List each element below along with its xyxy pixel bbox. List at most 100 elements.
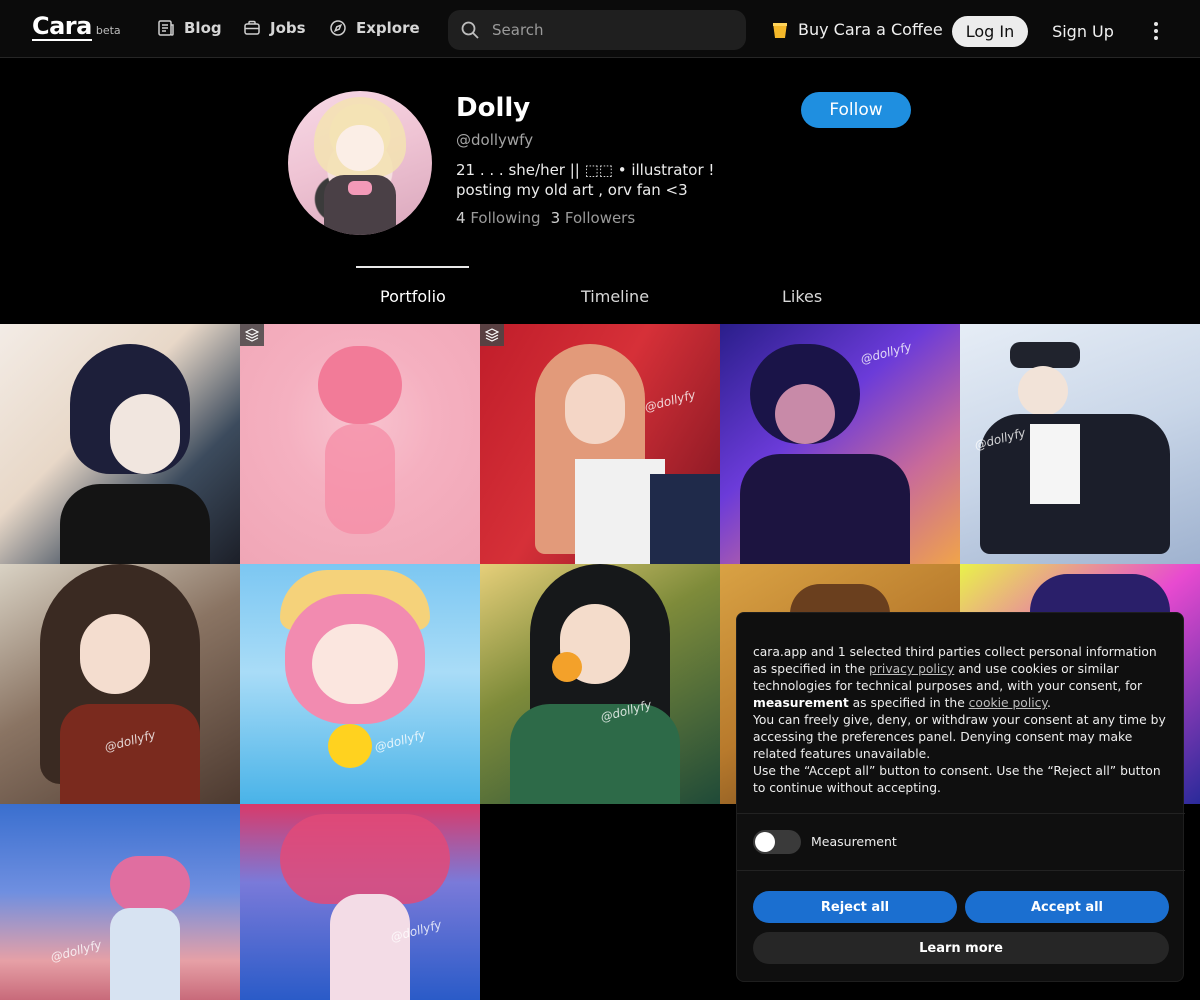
profile-bio-line: 21 . . . she/her || ⬚⬚ • illustrator !: [456, 161, 715, 179]
portfolio-artwork[interactable]: @dollyfy: [0, 564, 240, 804]
artwork-face: [565, 374, 625, 444]
following-label: Following: [470, 209, 541, 227]
profile-stats: 4 Following 3 Followers: [456, 209, 635, 227]
artwork-shirt: [1030, 424, 1080, 504]
measurement-label: Measurement: [811, 834, 897, 849]
login-button[interactable]: Log In: [952, 16, 1028, 47]
artwork-duck: [328, 724, 372, 768]
layers-icon: [245, 328, 259, 342]
profile-name: Dolly: [456, 93, 531, 123]
artwork-body: [330, 894, 410, 1000]
artwork-hair: [110, 856, 190, 912]
avatar-bow: [348, 181, 372, 195]
artist-signature: @dollyfy: [643, 387, 697, 415]
artwork-body: [740, 454, 910, 564]
artwork-orange: [552, 652, 582, 682]
following-stat[interactable]: 4 Following: [456, 209, 541, 227]
portfolio-artwork[interactable]: @dollyfy: [960, 324, 1200, 564]
artwork-face: [1018, 366, 1068, 416]
portfolio-artwork[interactable]: @dollyfy: [480, 564, 720, 804]
artwork-coat: [60, 704, 200, 804]
followers-stat[interactable]: 3 Followers: [551, 209, 636, 227]
artwork-body: [325, 424, 395, 534]
logo-wordmark: Cara: [32, 12, 92, 41]
nav-link-blog[interactable]: Blog: [157, 19, 222, 37]
follow-button[interactable]: Follow: [801, 92, 911, 128]
divider: [737, 870, 1185, 871]
artwork-face: [312, 624, 398, 704]
briefcase-icon: [244, 20, 260, 35]
profile-bio-line: posting my old art , orv fan <3: [456, 181, 688, 199]
consent-text-bold: measurement: [753, 696, 849, 710]
artist-signature: @dollyfy: [373, 727, 427, 755]
portfolio-artwork[interactable]: [240, 324, 480, 564]
artwork-hat: [1010, 342, 1080, 368]
beta-badge: beta: [95, 24, 121, 37]
reject-all-button[interactable]: Reject all: [753, 891, 957, 923]
dot: [1154, 29, 1158, 33]
consent-paragraph: cara.app and 1 selected third parties co…: [753, 644, 1173, 712]
artist-signature: @dollyfy: [859, 339, 913, 367]
artwork-hair: [280, 814, 450, 904]
dot: [1154, 36, 1158, 40]
more-options-icon[interactable]: [1144, 20, 1168, 42]
portfolio-artwork[interactable]: @dollyfy: [480, 324, 720, 564]
consent-paragraph: You can freely give, deny, or withdraw y…: [753, 713, 1166, 761]
portfolio-artwork[interactable]: @dollyfy: [720, 324, 960, 564]
top-nav: Cara beta Blog Jobs Explore Buy Cara a C…: [0, 0, 1200, 58]
consent-text-part: .: [1046, 696, 1051, 710]
consent-text: cara.app and 1 selected third parties co…: [753, 644, 1173, 797]
signup-button[interactable]: Sign Up: [1046, 16, 1120, 47]
search-input[interactable]: [492, 21, 712, 39]
measurement-toggle[interactable]: [753, 830, 801, 854]
nav-link-label: Explore: [356, 19, 420, 37]
tab-active-indicator: [356, 266, 469, 268]
compass-icon: [330, 20, 346, 36]
nav-link-label: Blog: [184, 19, 222, 37]
artwork-robe: [510, 704, 680, 804]
search-icon: [461, 21, 479, 39]
cara-logo[interactable]: Cara beta: [32, 13, 121, 41]
search-bar[interactable]: [448, 10, 746, 50]
multi-image-badge: [480, 324, 504, 346]
artwork-jacket: [650, 474, 720, 564]
nav-link-label: Jobs: [270, 19, 306, 37]
artwork-face: [775, 384, 835, 444]
divider: [737, 813, 1185, 814]
toggle-knob: [755, 832, 775, 852]
consent-paragraph: Use the “Accept all” button to consent. …: [753, 764, 1161, 795]
multi-image-badge: [240, 324, 264, 346]
artwork-body: [60, 484, 210, 564]
buy-coffee-label: Buy Cara a Coffee: [798, 20, 943, 39]
cookie-policy-link[interactable]: cookie policy: [969, 696, 1047, 710]
accept-all-button[interactable]: Accept all: [965, 891, 1169, 923]
privacy-policy-link[interactable]: privacy policy: [869, 662, 954, 676]
portfolio-artwork[interactable]: @dollyfy: [240, 804, 480, 1000]
consent-text-part: as specified in the: [848, 696, 969, 710]
artist-signature: @dollyfy: [49, 937, 103, 965]
coffee-cup-icon: [773, 22, 787, 38]
profile-handle: @dollywfy: [456, 131, 534, 149]
portfolio-artwork[interactable]: @dollyfy: [240, 564, 480, 804]
nav-link-explore[interactable]: Explore: [329, 19, 420, 37]
buy-coffee-link[interactable]: Buy Cara a Coffee: [772, 20, 943, 39]
followers-count: 3: [550, 209, 561, 227]
portfolio-artwork[interactable]: [0, 324, 240, 564]
tab-portfolio[interactable]: Portfolio: [380, 287, 446, 306]
artwork-face: [80, 614, 150, 694]
learn-more-button[interactable]: Learn more: [753, 932, 1169, 964]
artwork-face: [110, 394, 180, 474]
newspaper-icon: [158, 20, 174, 36]
artwork-body: [110, 908, 180, 1000]
profile-avatar: [288, 91, 432, 235]
layers-icon: [485, 328, 499, 342]
portfolio-artwork[interactable]: @dollyfy: [0, 804, 240, 1000]
cookie-consent-dialog: cara.app and 1 selected third parties co…: [736, 612, 1185, 982]
followers-label: Followers: [564, 209, 636, 227]
following-count: 4: [456, 209, 466, 227]
tab-timeline[interactable]: Timeline: [581, 287, 649, 306]
nav-link-jobs[interactable]: Jobs: [243, 19, 306, 37]
artwork-head: [318, 346, 402, 424]
avatar-face: [336, 125, 384, 171]
tab-likes[interactable]: Likes: [782, 287, 822, 306]
